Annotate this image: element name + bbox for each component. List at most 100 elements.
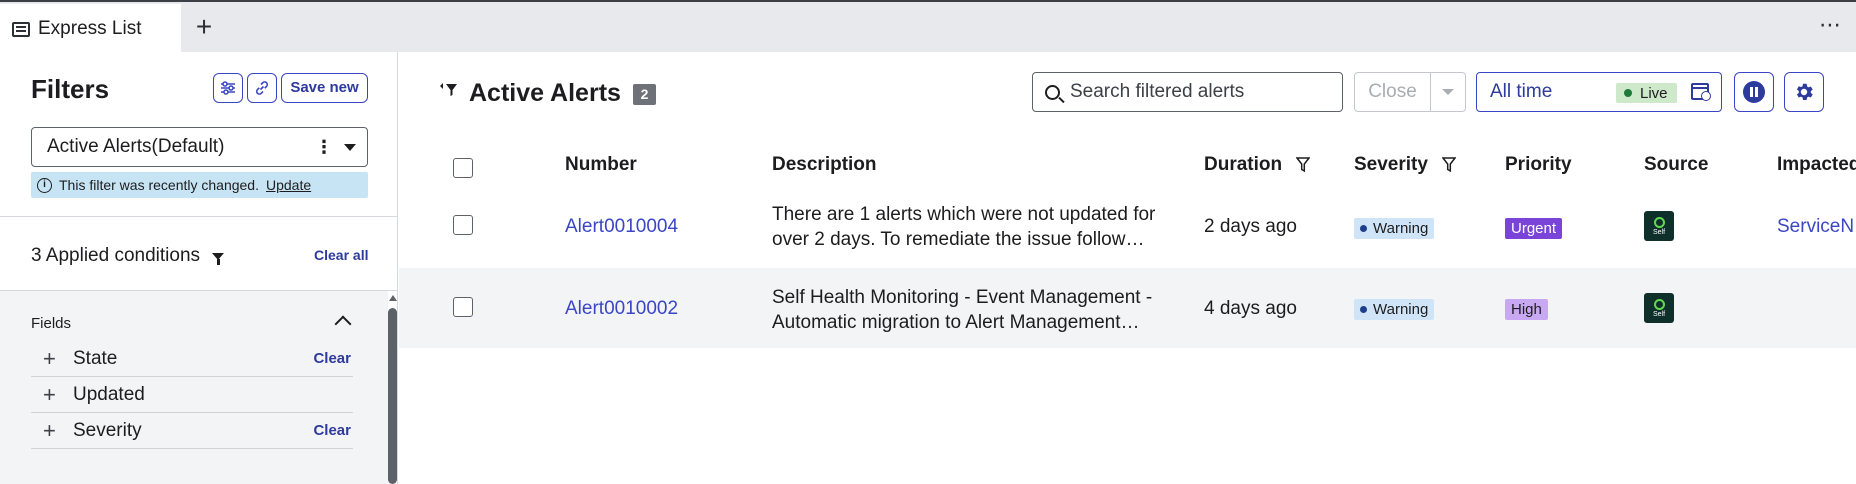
chevron-up-icon[interactable] <box>334 315 352 333</box>
severity-dot-icon <box>1360 306 1367 313</box>
source-label: Self <box>1652 310 1666 318</box>
plus-icon: + <box>43 417 56 443</box>
field-label: Severity <box>73 419 142 441</box>
field-label: State <box>73 347 118 369</box>
description-line: over 2 days. To remediate the issue foll… <box>772 229 1145 250</box>
column-header-label: Duration <box>1204 154 1283 175</box>
more-options-icon[interactable]: ⋯ <box>1819 12 1842 38</box>
column-filter-icon[interactable] <box>1441 157 1456 173</box>
column-header-priority[interactable]: Priority <box>1505 154 1572 176</box>
alert-number-link[interactable]: Alert0010004 <box>565 216 678 238</box>
row-checkbox[interactable] <box>453 215 473 235</box>
severity-label: Warning <box>1373 301 1429 318</box>
search-input[interactable]: Search filtered alerts <box>1032 72 1343 112</box>
search-icon <box>1045 84 1060 100</box>
column-header-label: Severity <box>1354 154 1428 175</box>
field-clear-button[interactable]: Clear <box>313 422 351 439</box>
pause-button[interactable] <box>1734 72 1774 112</box>
filter-select-value: Active Alerts(Default) <box>47 136 225 157</box>
select-all-checkbox[interactable] <box>453 158 473 178</box>
filter-select[interactable]: Active Alerts(Default) ⋮ <box>31 127 368 167</box>
column-header-duration[interactable]: Duration <box>1204 154 1311 176</box>
description-line: Automatic migration to Alert Management… <box>772 312 1140 333</box>
live-label: Live <box>1640 84 1668 102</box>
close-split-button[interactable]: Close <box>1354 72 1466 112</box>
column-header-source[interactable]: Source <box>1644 154 1708 176</box>
field-row-updated[interactable]: + Updated <box>31 377 353 413</box>
column-filter-icon[interactable] <box>1296 157 1311 173</box>
tab-label: Express List <box>38 18 142 39</box>
column-header-impacted[interactable]: Impacted <box>1777 154 1856 176</box>
column-header-severity[interactable]: Severity <box>1354 154 1456 176</box>
source-ring-icon <box>1653 298 1665 310</box>
description-line: Self Health Monitoring - Event Managemen… <box>772 287 1153 308</box>
tab-express-list[interactable]: Express List <box>0 4 181 54</box>
pause-icon <box>1743 81 1765 103</box>
column-header-description[interactable]: Description <box>772 154 877 176</box>
field-row-state[interactable]: + State Clear <box>31 341 353 377</box>
scrollbar-thumb[interactable] <box>388 308 397 484</box>
time-range-value: All time <box>1490 81 1553 102</box>
chevron-down-icon[interactable] <box>344 144 356 151</box>
update-link[interactable]: Update <box>266 177 311 193</box>
calendar-clock-icon[interactable] <box>1691 83 1711 101</box>
table-row[interactable]: Alert0010002 Self Health Monitoring - Ev… <box>399 268 1856 348</box>
impacted-service-link[interactable]: ServiceN <box>1777 216 1856 238</box>
clear-all-button[interactable]: Clear all <box>314 247 368 263</box>
severity-badge: Warning <box>1354 299 1435 320</box>
priority-badge: High <box>1505 299 1548 320</box>
alert-description: There are 1 alerts which were not update… <box>772 202 1182 252</box>
time-range-selector[interactable]: All time Live <box>1476 72 1722 112</box>
plus-icon: + <box>43 381 56 407</box>
close-button[interactable]: Close <box>1355 73 1431 111</box>
description-line: There are 1 alerts which were not update… <box>772 204 1156 225</box>
row-checkbox[interactable] <box>453 297 473 317</box>
collapse-filters-icon[interactable] <box>439 82 459 98</box>
plus-icon: + <box>43 345 56 371</box>
column-header-number[interactable]: Number <box>565 154 637 176</box>
filter-changed-notice: i This filter was recently changed. Upda… <box>31 172 368 198</box>
severity-dot-icon <box>1360 225 1367 232</box>
live-badge: Live <box>1616 83 1677 103</box>
duration-value: 4 days ago <box>1204 298 1297 319</box>
filter-settings-button[interactable] <box>213 73 243 103</box>
scrollbar[interactable] <box>388 291 397 484</box>
filter-icon <box>212 252 225 265</box>
priority-badge: Urgent <box>1505 218 1563 239</box>
table-header: Number Description Duration Severity Pri… <box>399 144 1856 190</box>
kebab-menu-icon[interactable]: ⋮ <box>315 137 333 158</box>
alert-number-link[interactable]: Alert0010002 <box>565 298 678 320</box>
field-row-severity[interactable]: + Severity Clear <box>31 413 353 449</box>
fields-section: Fields + State Clear + Updated + Severit… <box>0 291 388 484</box>
info-icon: i <box>37 177 52 193</box>
scroll-up-icon[interactable] <box>389 295 397 301</box>
link-icon <box>255 81 269 95</box>
source-label: Self <box>1652 228 1666 236</box>
field-clear-button[interactable]: Clear <box>313 350 351 367</box>
filters-panel: Filters Save new Active Alerts(Default) … <box>0 52 398 484</box>
save-new-button[interactable]: Save new <box>281 73 368 103</box>
alert-description: Self Health Monitoring - Event Managemen… <box>772 285 1182 335</box>
self-source-icon: Self <box>1644 293 1674 323</box>
search-placeholder: Search filtered alerts <box>1070 81 1245 102</box>
self-source-icon: Self <box>1644 211 1674 241</box>
list-icon <box>12 21 30 37</box>
chevron-down-icon <box>1442 89 1454 95</box>
settings-button[interactable] <box>1784 72 1824 112</box>
applied-conditions: 3 Applied conditions <box>31 245 225 267</box>
duration-value: 2 days ago <box>1204 216 1297 237</box>
count-badge: 2 <box>633 84 656 105</box>
severity-label: Warning <box>1373 220 1429 237</box>
source-ring-icon <box>1653 216 1665 228</box>
filters-title: Filters <box>31 74 110 104</box>
close-dropdown-button[interactable] <box>1431 73 1465 111</box>
divider <box>0 216 397 217</box>
copy-link-button[interactable] <box>247 73 277 103</box>
table-row[interactable]: Alert0010004 There are 1 alerts which we… <box>399 188 1856 268</box>
sliders-icon <box>221 81 235 95</box>
add-tab-button[interactable]: + <box>190 13 218 42</box>
field-label: Updated <box>73 383 145 405</box>
notice-text: This filter was recently changed. <box>59 177 259 193</box>
main-content: Active Alerts 2 Search filtered alerts C… <box>399 52 1856 484</box>
live-dot-icon <box>1624 89 1632 97</box>
